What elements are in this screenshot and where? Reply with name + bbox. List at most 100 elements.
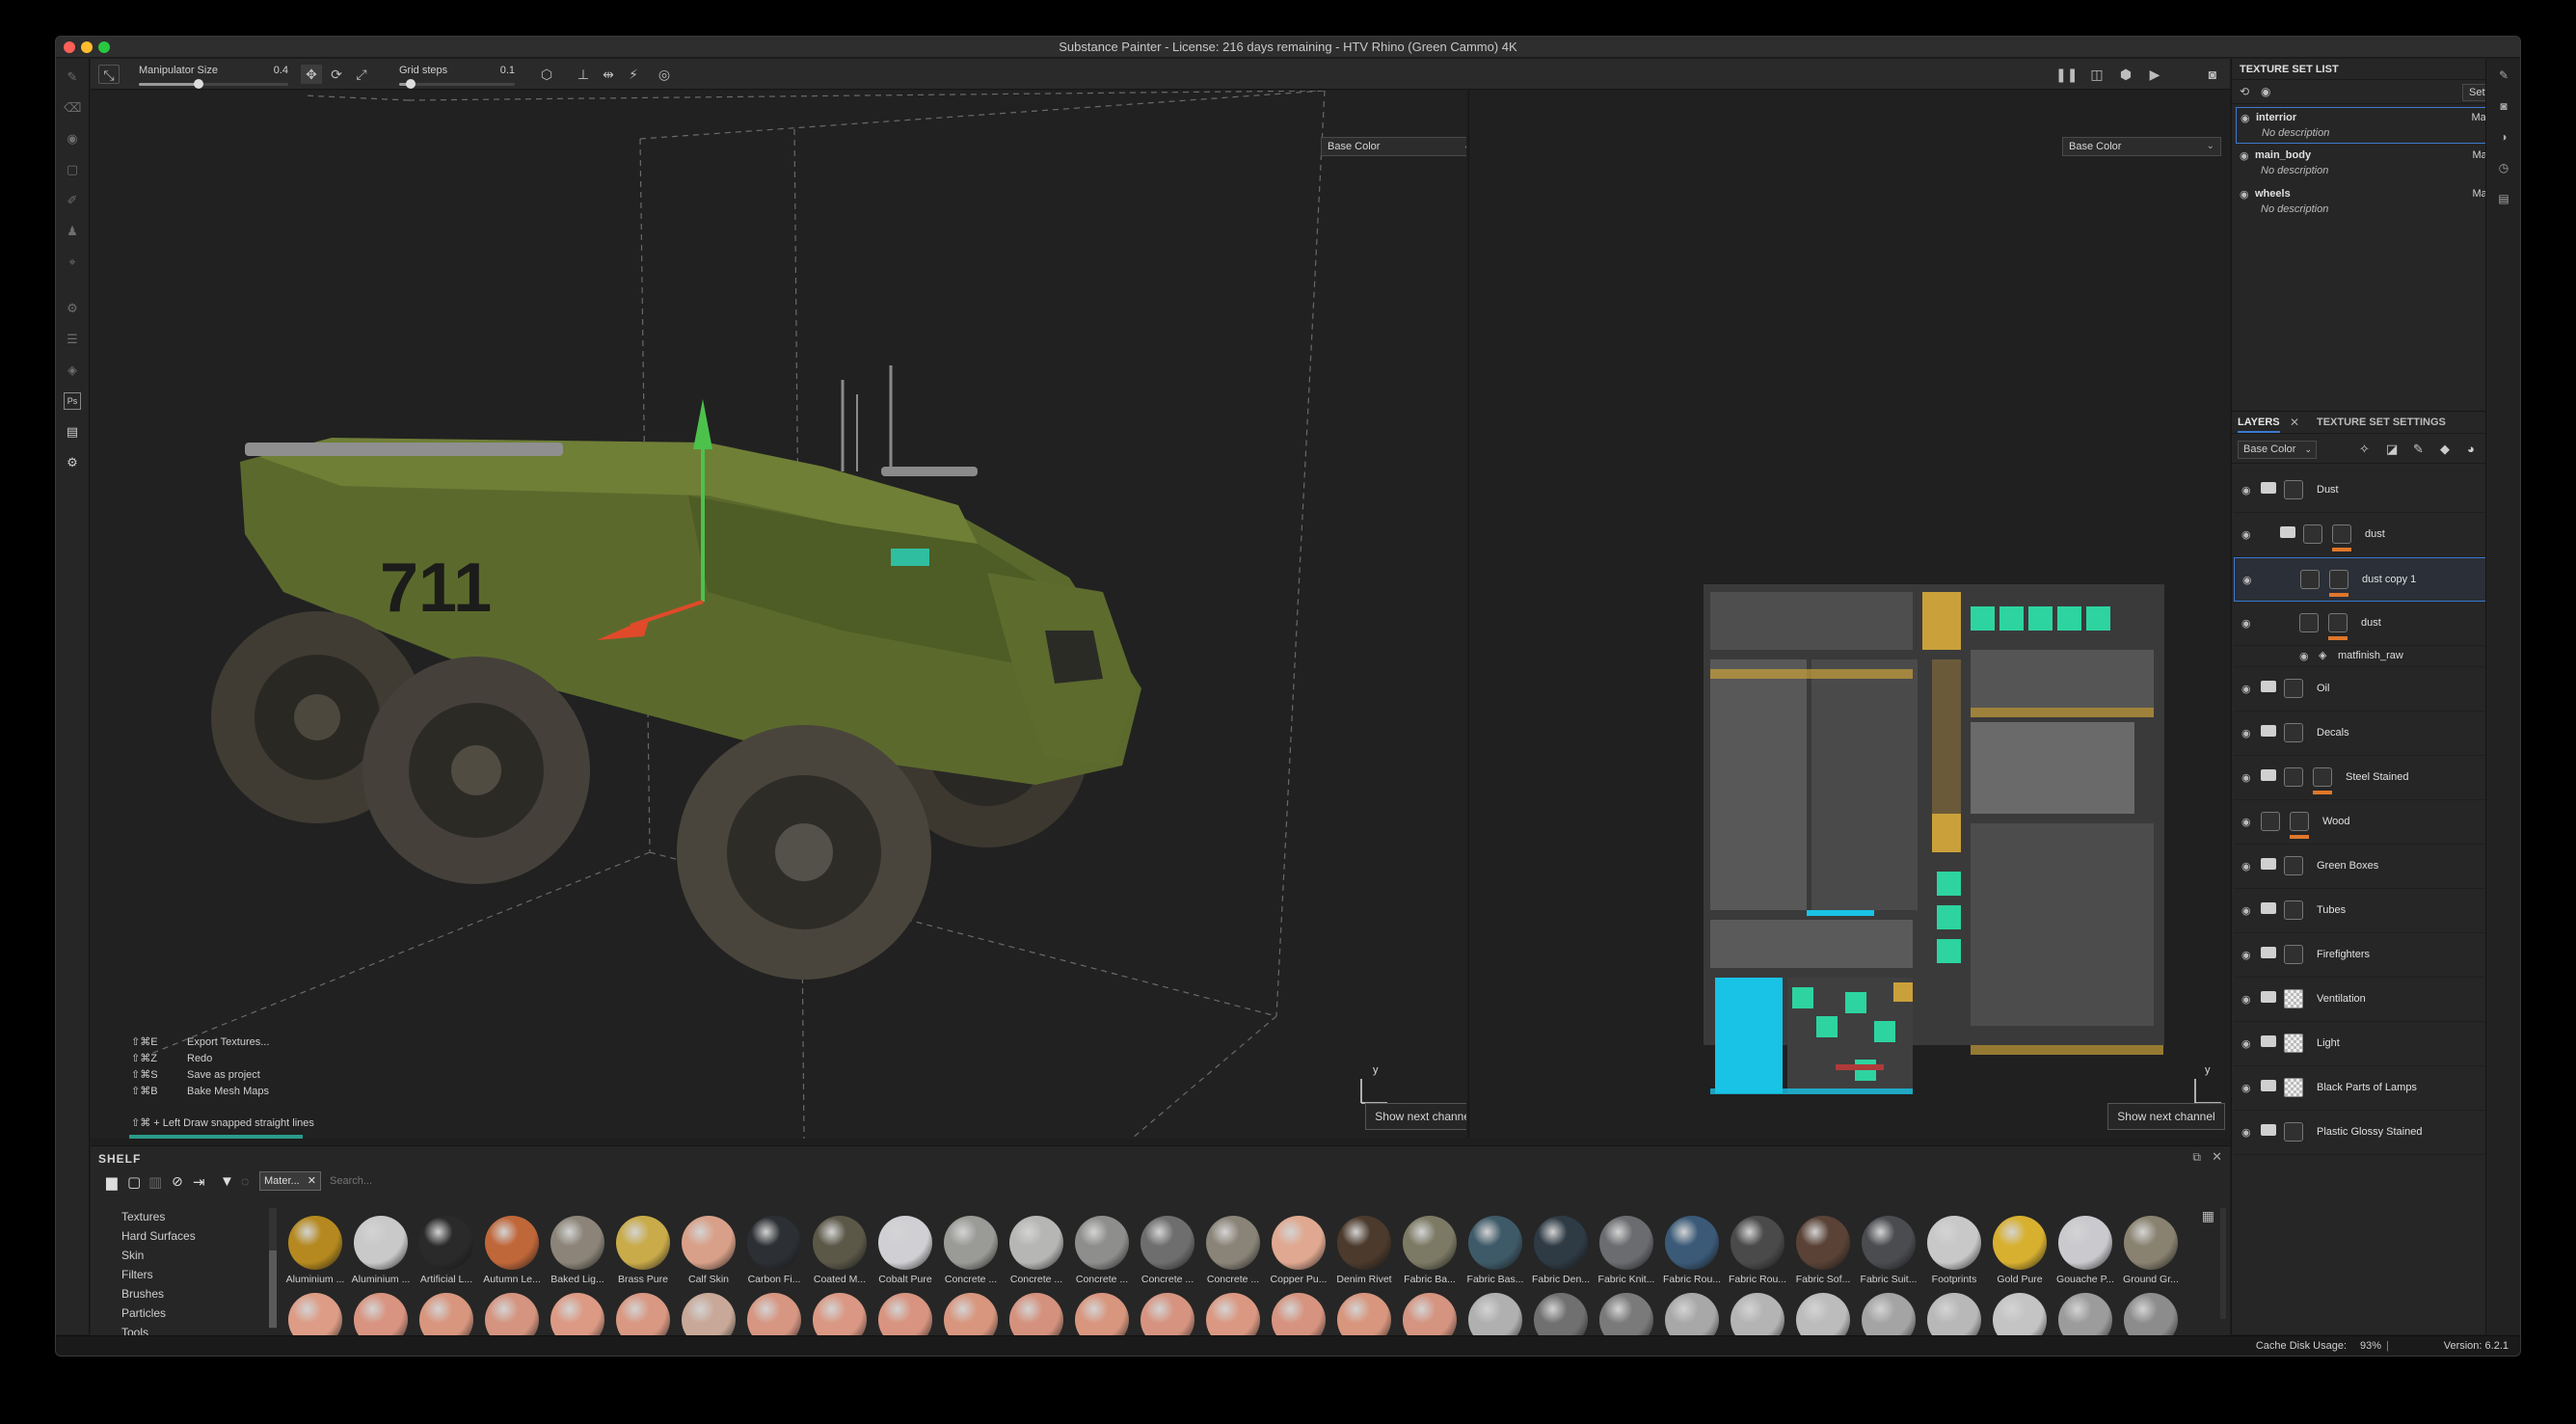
eye-icon[interactable]: ◉ (2241, 484, 2251, 497)
material-thumbnail[interactable]: Fabric Suit... (1857, 1216, 1920, 1293)
layer-name[interactable]: Decals (2317, 727, 2349, 739)
material-thumbnail[interactable]: Concrete ... (1070, 1216, 1134, 1293)
eraser-icon[interactable]: ⌫ (64, 99, 81, 117)
material-thumbnail[interactable]: Carbon Fi... (742, 1216, 806, 1293)
shelf-filter-tag[interactable]: Mater... ✕ (259, 1171, 321, 1191)
material-thumbnail[interactable]: Aluminium ... (283, 1216, 347, 1293)
environment-icon[interactable]: ◑ (2496, 130, 2511, 146)
cube-view-icon[interactable]: ⬢ (2115, 65, 2136, 84)
cube-icon[interactable]: ⬡ (536, 65, 557, 84)
layer-row[interactable]: ◉Black Parts of LampsNorm ⌄100 ⌄ (2234, 1066, 2520, 1111)
material-thumbnail[interactable]: Baked Lig... (546, 1216, 609, 1293)
settings-gear-icon[interactable]: ⚙ (64, 454, 81, 471)
material-thumbnail[interactable]: Footprints (1922, 1216, 1986, 1293)
material-scrollbar[interactable] (2220, 1208, 2226, 1319)
layer-filter-row[interactable]: ◉◈matfinish_raw✕ (2234, 646, 2520, 667)
material-thumbnail[interactable]: Coated M... (808, 1216, 872, 1293)
history-icon[interactable]: ◷ (2496, 161, 2511, 176)
layer-row[interactable]: ◉WoodNorm ⌄100 ⌄ (2234, 800, 2520, 845)
layer-row[interactable]: ◉dust copy 1Norm ⌄100 ⌄ (2234, 557, 2520, 602)
material-thumbnail[interactable]: Gouache P... (2053, 1216, 2117, 1293)
layer-row[interactable]: ◉LightNorm ⌄100 ⌄ (2234, 1022, 2520, 1066)
layer-row[interactable]: ◉OilNorm ⌄100 ⌄ (2234, 667, 2520, 712)
camera-icon[interactable]: ◙ (2496, 99, 2511, 115)
folder-icon[interactable]: ▆ (106, 1173, 118, 1191)
eye-icon[interactable]: ◉ (2241, 1037, 2251, 1050)
mirror-icon[interactable]: ⇹ (598, 65, 619, 84)
layer-name[interactable]: Black Parts of Lamps (2317, 1082, 2417, 1093)
layer-name[interactable]: dust (2365, 528, 2385, 540)
new-item-icon[interactable]: ▢ (127, 1173, 141, 1191)
eye-icon[interactable]: ◉ (2261, 85, 2270, 98)
layer-row[interactable]: ◉Steel StainedNorm ⌄100 ⌄ (2234, 756, 2520, 800)
eye-icon[interactable]: ◉ (2241, 1126, 2251, 1139)
grid-steps-slider[interactable]: Grid steps 0.1 (399, 65, 515, 90)
log-icon[interactable]: ▤ (2496, 192, 2511, 207)
close-window-button[interactable] (64, 41, 75, 53)
material-thumbnail[interactable]: Cobalt Pure (873, 1216, 937, 1293)
layer-row[interactable]: ◉Plastic Glossy StainedNorm ⌄100 ⌄ (2234, 1111, 2520, 1155)
layer-row[interactable]: ◉dustNorm ⌄100 ⌄ (2234, 602, 2520, 646)
projection-icon[interactable]: ◉ (64, 130, 81, 148)
undock-icon[interactable]: ⧉ (2192, 1150, 2201, 1165)
pause-icon[interactable]: ❚❚ (2055, 65, 2078, 84)
material-thumbnail[interactable]: Copper Pu... (1267, 1216, 1330, 1293)
layer-row[interactable]: ◉FirefightersNorm ⌄100 ⌄ (2234, 933, 2520, 978)
layer-name[interactable]: Dust (2317, 484, 2339, 496)
manipulator-size-slider[interactable]: Manipulator Size 0.4 (139, 65, 288, 90)
slider-handle[interactable] (194, 79, 203, 89)
layer-name[interactable]: dust copy 1 (2362, 574, 2416, 585)
layer-name[interactable]: Ventilation (2317, 993, 2366, 1005)
eye-icon[interactable]: ◉ (2241, 528, 2251, 541)
layer-name[interactable]: Green Boxes (2317, 860, 2378, 872)
eye-icon[interactable]: ◉ (2241, 860, 2251, 873)
eye-icon[interactable]: ◉ (2241, 771, 2251, 784)
eye-icon[interactable]: ◉ (2242, 574, 2252, 586)
snap-icon[interactable]: ⚡ (623, 65, 644, 84)
hide-icon[interactable]: ⊘ (172, 1173, 183, 1190)
material-thumbnail[interactable]: Denim Rivet (1332, 1216, 1396, 1293)
symmetry-icon[interactable]: ⤡ (98, 65, 120, 84)
material-thumbnail[interactable]: Autumn Le... (480, 1216, 544, 1293)
material-thumbnail[interactable]: Fabric Ba... (1398, 1216, 1462, 1293)
layer-row[interactable]: ◉Green BoxesNorm ⌄100 ⌄ (2234, 845, 2520, 889)
screenshot-icon[interactable]: ◙ (2202, 65, 2223, 84)
close-icon[interactable]: ✕ (308, 1172, 316, 1190)
layer-name[interactable]: Light (2317, 1037, 2340, 1049)
material-thumbnail[interactable]: Fabric Rou... (1726, 1216, 1789, 1293)
add-fill-layer-icon[interactable]: ◆ (2440, 442, 2450, 457)
move-icon[interactable]: ✥ (301, 65, 322, 84)
tab-layers[interactable]: LAYERS (2238, 416, 2280, 433)
layer-row[interactable]: ◉DecalsNorm ⌄100 ⌄ (2234, 712, 2520, 756)
show-next-channel-button[interactable]: Show next channel (1365, 1103, 1466, 1130)
layer-name[interactable]: Oil (2317, 683, 2329, 694)
material-thumbnail[interactable]: Concrete ... (1201, 1216, 1265, 1293)
layer-name[interactable]: Plastic Glossy Stained (2317, 1126, 2422, 1138)
sync-icon[interactable]: ⟲ (2240, 85, 2249, 98)
add-mask-icon[interactable]: ◪ (2386, 442, 2398, 457)
eye-icon[interactable]: ◉ (2241, 617, 2251, 630)
material-thumbnail[interactable]: Concrete ... (939, 1216, 1003, 1293)
align-icon[interactable]: ⊥ (573, 65, 594, 84)
layer-name[interactable]: Tubes (2317, 904, 2346, 916)
eye-icon[interactable]: ◉ (2299, 650, 2309, 662)
material-thumbnail[interactable]: Fabric Bas... (1463, 1216, 1527, 1293)
bake-icon[interactable]: ⚙ (64, 300, 81, 317)
camera-icon[interactable]: ▶ (2144, 65, 2165, 84)
material-thumbnail[interactable]: Fabric Den... (1529, 1216, 1593, 1293)
smudge-icon[interactable]: ✐ (64, 192, 81, 209)
texture-set-item[interactable]: ◉wheelsMain shaderNo description (2236, 184, 2520, 221)
rotate-icon[interactable]: ⟳ (326, 65, 347, 84)
photoshop-icon[interactable]: Ps (64, 392, 81, 410)
layers-stack-icon[interactable]: ☰ (64, 331, 81, 348)
layer-row[interactable]: ◉VentilationNorm ⌄100 ⌄ (2234, 978, 2520, 1022)
close-icon[interactable]: ✕ (2212, 1149, 2222, 1165)
material-thumbnail[interactable]: Fabric Sof... (1791, 1216, 1855, 1293)
geometry-icon[interactable]: ◈ (64, 362, 81, 379)
layer-name[interactable]: Wood (2322, 816, 2350, 827)
delete-icon[interactable]: ▥ (148, 1173, 162, 1191)
reset-icon[interactable]: ◎ (654, 65, 675, 84)
tab-texture-set-settings[interactable]: TEXTURE SET SETTINGS (2317, 416, 2446, 428)
viewport-2d[interactable]: Base Color ⌄ y Show next channel (1468, 91, 2230, 1139)
eye-icon[interactable]: ◉ (2240, 188, 2249, 201)
